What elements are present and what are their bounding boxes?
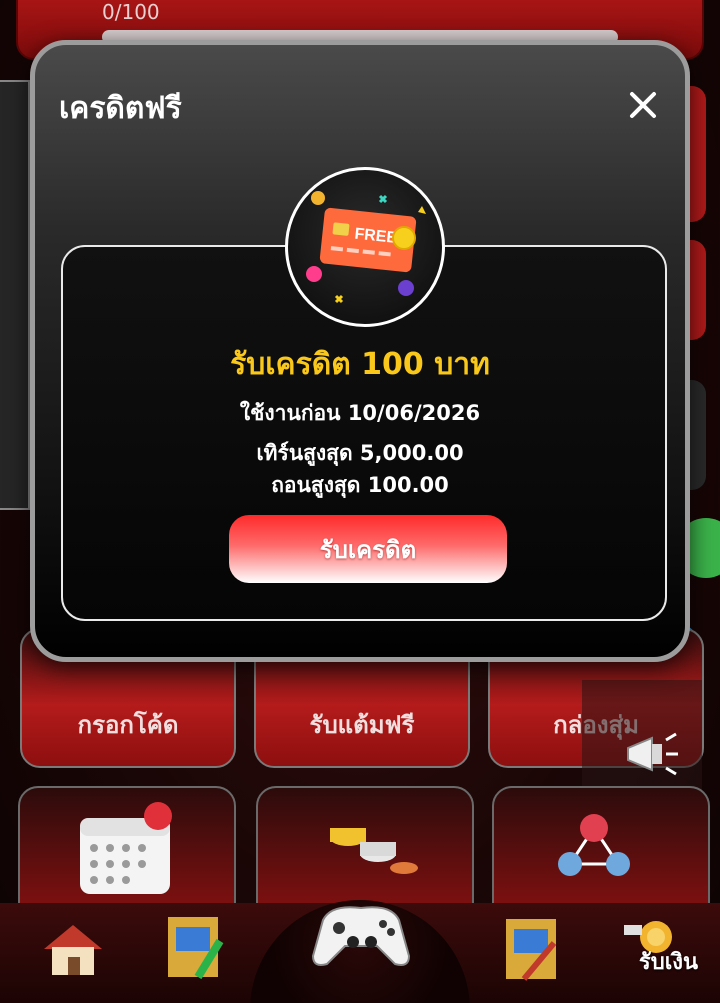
network-icon — [558, 814, 630, 876]
megaphone-icon — [627, 732, 678, 776]
free-credit-card-icon: FREE — [306, 191, 426, 304]
modal-title: เครดิตฟรี — [59, 91, 182, 126]
progress-text: 0/100 — [102, 0, 160, 24]
nav-item-deposit[interactable] — [140, 903, 250, 1003]
max-turnover: เทิร์นสูงสุด 5,000.00 — [256, 441, 464, 465]
free-credit-badge: FREE — [285, 167, 445, 327]
close-icon — [630, 92, 656, 118]
expiry-date: ใช้งานก่อน 10/06/2026 — [239, 401, 481, 425]
credit-amount: รับเครดิต 100 บาท — [230, 347, 490, 382]
max-withdraw: ถอนสูงสุด 100.00 — [271, 473, 449, 497]
gamepad-icon[interactable] — [311, 900, 411, 970]
menu-tile-label: รับแต้มฟรี — [309, 711, 415, 739]
house-icon — [44, 925, 102, 975]
atm-icon — [168, 917, 224, 980]
nav-item-home[interactable] — [20, 903, 130, 1003]
nav-item-withdraw[interactable] — [476, 903, 586, 1003]
coins-icon — [330, 828, 418, 874]
background-panel-left — [0, 80, 30, 510]
menu-tile-label: กรอกโค้ด — [77, 711, 179, 739]
close-button[interactable] — [623, 85, 663, 125]
calendar-icon — [80, 802, 172, 894]
atm-icon — [506, 919, 557, 981]
nav-label-cashback: รับเงิน — [638, 950, 698, 975]
free-credit-modal: เครดิตฟรี FREE รับเครดิต 100 บาท ใช้งานก… — [30, 40, 690, 662]
claim-credit-button[interactable]: รับเครดิต — [229, 515, 507, 583]
